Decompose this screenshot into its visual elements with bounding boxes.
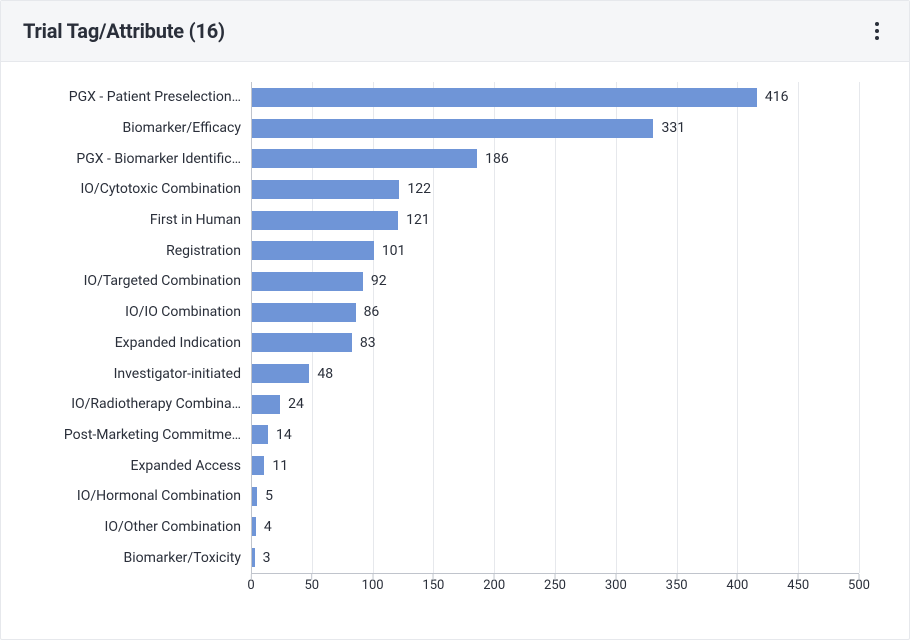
bar[interactable]: 121: [251, 211, 398, 230]
bar-row: IO/Hormonal Combination5: [251, 481, 859, 512]
bar-row: Investigator-initiated48: [251, 358, 859, 389]
x-tick-label: 500: [848, 578, 870, 593]
x-tick-label: 100: [362, 578, 384, 593]
card-header: Trial Tag/Attribute (16): [1, 1, 909, 62]
bar-row: IO/Radiotherapy Combina…24: [251, 389, 859, 420]
chart-inner: PGX - Patient Preselection…416Biomarker/…: [11, 82, 879, 599]
category-label: IO/Hormonal Combination: [21, 488, 241, 504]
bar-row: IO/Targeted Combination92: [251, 266, 859, 297]
category-label: Registration: [21, 243, 241, 259]
bar-row: Expanded Indication83: [251, 328, 859, 359]
category-label: IO/Cytotoxic Combination: [21, 181, 241, 197]
bar-value-label: 48: [317, 366, 333, 382]
bar[interactable]: 92: [251, 272, 363, 291]
x-tick-label: 450: [787, 578, 809, 593]
bar-row: Registration101: [251, 235, 859, 266]
bar-value-label: 122: [407, 181, 431, 197]
grid-line: [859, 82, 860, 573]
bar-value-label: 86: [364, 304, 380, 320]
bar-value-label: 121: [406, 212, 430, 228]
plot-region: PGX - Patient Preselection…416Biomarker/…: [251, 82, 859, 573]
bar[interactable]: 24: [251, 395, 280, 414]
category-label: PGX - Biomarker Identific…: [21, 151, 241, 167]
bar-row: IO/IO Combination86: [251, 297, 859, 328]
bar[interactable]: 416: [251, 88, 757, 107]
bar-value-label: 186: [485, 151, 509, 167]
category-label: IO/Other Combination: [21, 519, 241, 535]
x-tick-label: 300: [605, 578, 627, 593]
bar-value-label: 11: [272, 458, 288, 474]
bar-row: Biomarker/Efficacy331: [251, 113, 859, 144]
bar[interactable]: 83: [251, 333, 352, 352]
bar-row: Post-Marketing Commitme…14: [251, 420, 859, 451]
x-tick-label: 350: [666, 578, 688, 593]
bar-value-label: 416: [765, 89, 789, 105]
bar-value-label: 4: [264, 519, 272, 535]
bar-value-label: 3: [263, 550, 271, 566]
bar[interactable]: 11: [251, 456, 264, 475]
bar-value-label: 101: [382, 243, 406, 259]
bar[interactable]: 186: [251, 149, 477, 168]
card-title: Trial Tag/Attribute (16): [23, 19, 225, 43]
bar-row: IO/Other Combination4: [251, 512, 859, 543]
category-label: Biomarker/Toxicity: [21, 550, 241, 566]
category-label: IO/IO Combination: [21, 304, 241, 320]
chart-area: PGX - Patient Preselection…416Biomarker/…: [1, 62, 909, 639]
category-label: IO/Radiotherapy Combina…: [21, 396, 241, 412]
bar-value-label: 14: [276, 427, 292, 443]
bar[interactable]: 86: [251, 303, 356, 322]
kebab-menu-icon[interactable]: [867, 21, 887, 41]
x-tick-label: 150: [422, 578, 444, 593]
bar[interactable]: 14: [251, 425, 268, 444]
category-label: Post-Marketing Commitme…: [21, 427, 241, 443]
bar-value-label: 24: [288, 396, 304, 412]
x-tick-label: 50: [304, 578, 319, 593]
x-tick-label: 0: [247, 578, 254, 593]
bar-value-label: 83: [360, 335, 376, 351]
bar-row: Biomarker/Toxicity3: [251, 542, 859, 573]
chart-card: Trial Tag/Attribute (16) PGX - Patient P…: [0, 0, 910, 640]
bar[interactable]: 122: [251, 180, 399, 199]
category-label: PGX - Patient Preselection…: [21, 89, 241, 105]
bar-row: IO/Cytotoxic Combination122: [251, 174, 859, 205]
bar-value-label: 331: [661, 120, 685, 136]
x-axis: 050100150200250300350400450500: [251, 573, 859, 599]
x-tick-label: 200: [483, 578, 505, 593]
bar-value-label: 92: [371, 273, 387, 289]
x-tick-label: 400: [726, 578, 748, 593]
bar[interactable]: 101: [251, 241, 374, 260]
x-tick-label: 250: [544, 578, 566, 593]
category-label: Expanded Indication: [21, 335, 241, 351]
bar-row: First in Human121: [251, 205, 859, 236]
y-axis-line: [251, 82, 252, 573]
category-label: Biomarker/Efficacy: [21, 120, 241, 136]
bar-row: PGX - Patient Preselection…416: [251, 82, 859, 113]
category-label: First in Human: [21, 212, 241, 228]
bar-row: Expanded Access11: [251, 450, 859, 481]
category-label: Investigator-initiated: [21, 366, 241, 382]
bar-value-label: 5: [265, 488, 273, 504]
category-label: IO/Targeted Combination: [21, 273, 241, 289]
bar[interactable]: 331: [251, 119, 653, 138]
bar[interactable]: 48: [251, 364, 309, 383]
category-label: Expanded Access: [21, 458, 241, 474]
bar-row: PGX - Biomarker Identific…186: [251, 143, 859, 174]
